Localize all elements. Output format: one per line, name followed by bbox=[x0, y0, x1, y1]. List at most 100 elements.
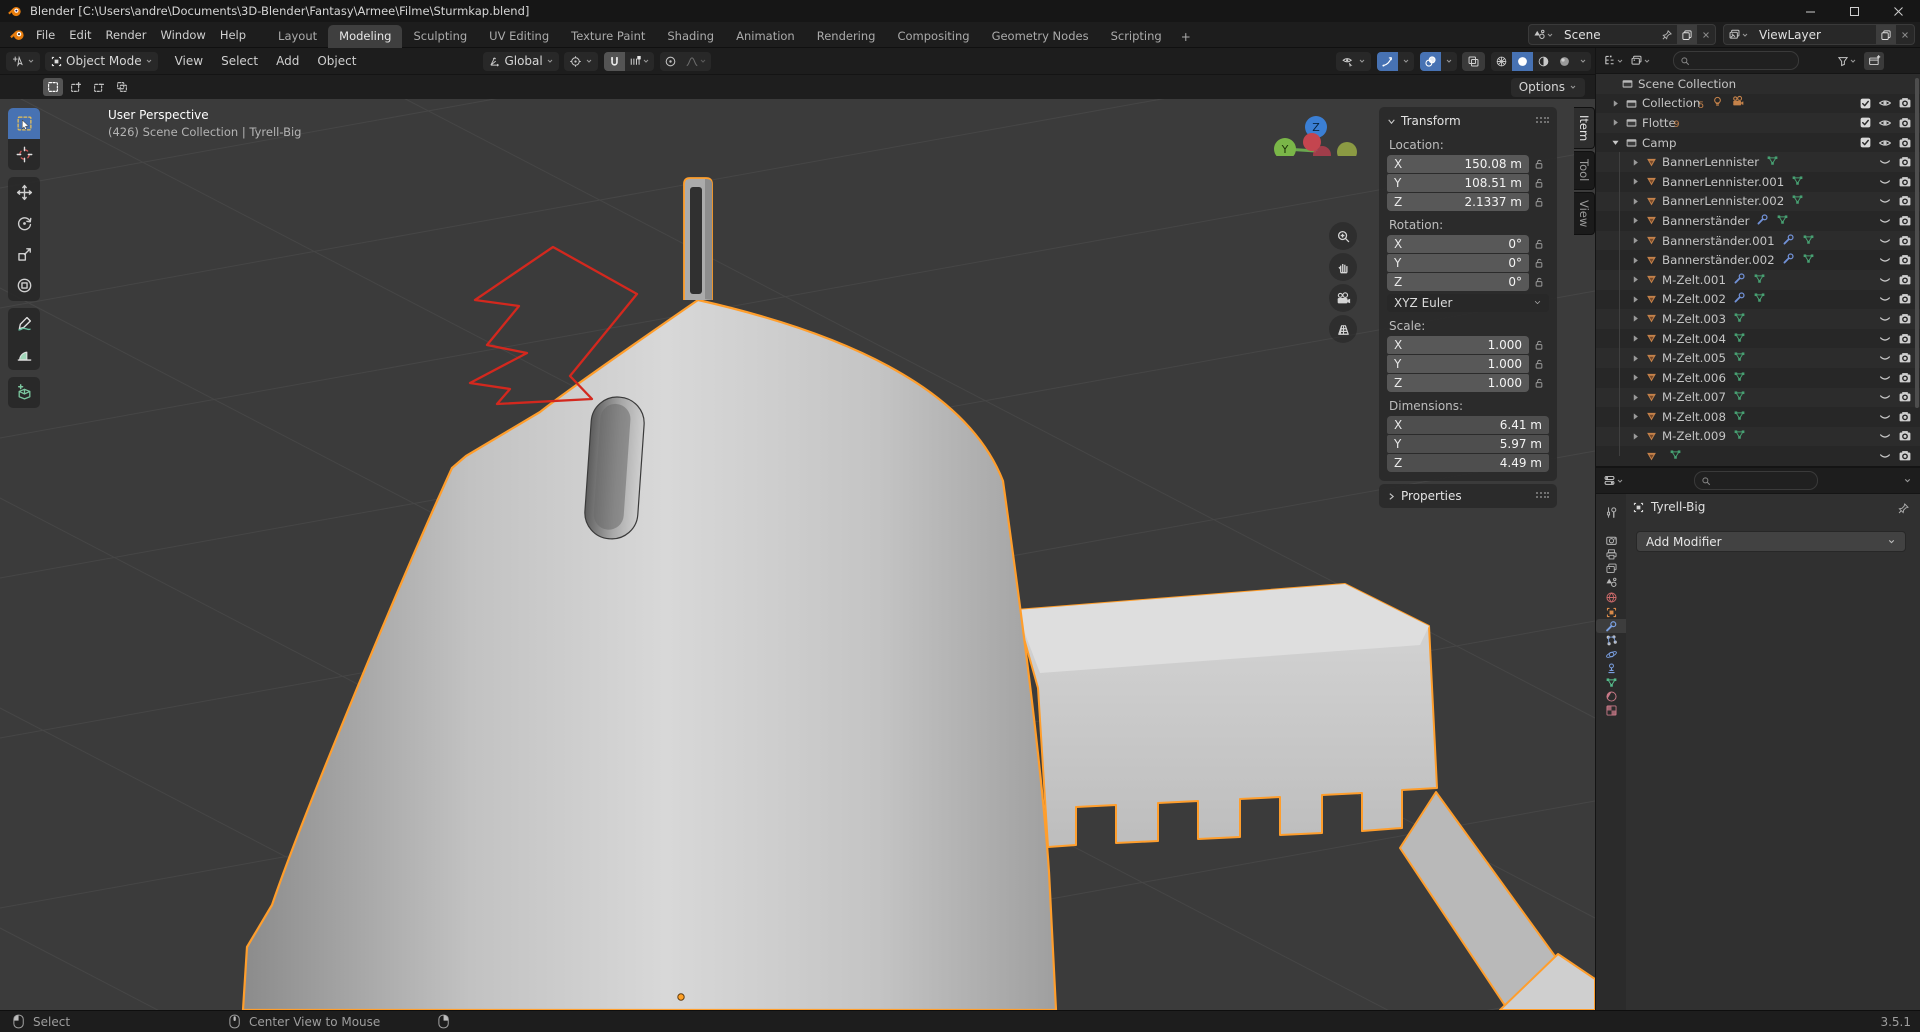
tri-object-icon[interactable] bbox=[1645, 391, 1658, 404]
location-y-field[interactable]: Y108.51 m bbox=[1387, 174, 1529, 192]
viewlayer-selector[interactable]: ViewLayer bbox=[1723, 24, 1915, 45]
location-z-field[interactable]: Z2.1337 m bbox=[1387, 193, 1529, 211]
eye-open-icon[interactable] bbox=[1878, 96, 1892, 110]
eye-closed-icon[interactable] bbox=[1878, 449, 1892, 463]
cam-toggle-icon[interactable] bbox=[1898, 292, 1912, 306]
workspace-tab-uv-editing[interactable]: UV Editing bbox=[478, 25, 560, 48]
show-overlays-toggle[interactable] bbox=[1420, 52, 1441, 71]
tri-object-icon[interactable] bbox=[1645, 312, 1658, 325]
lock-scale-z[interactable] bbox=[1529, 377, 1549, 389]
object-visibility-dropdown[interactable] bbox=[1336, 52, 1371, 71]
scene-selector[interactable]: Scene bbox=[1528, 24, 1716, 45]
eye-closed-icon[interactable] bbox=[1878, 273, 1892, 287]
expander-right-icon[interactable] bbox=[1630, 196, 1641, 207]
expander-right-icon[interactable] bbox=[1630, 255, 1641, 266]
expander-right-icon[interactable] bbox=[1630, 372, 1641, 383]
outliner-row[interactable]: M-Zelt.001 bbox=[1596, 270, 1920, 290]
workspace-tab-animation[interactable]: Animation bbox=[725, 25, 806, 48]
tent-slot[interactable] bbox=[583, 395, 646, 540]
workspace-tab-sculpting[interactable]: Sculpting bbox=[402, 25, 478, 48]
workspace-tab-scripting[interactable]: Scripting bbox=[1100, 25, 1173, 48]
lock-scale-y[interactable] bbox=[1529, 358, 1549, 370]
orientation-dropdown[interactable]: Global bbox=[483, 52, 558, 71]
delete-scene-button[interactable] bbox=[1697, 25, 1715, 44]
add-workspace-button[interactable]: + bbox=[1173, 26, 1199, 48]
cam-toggle-icon[interactable] bbox=[1898, 214, 1912, 228]
collection-icon[interactable] bbox=[1625, 136, 1638, 149]
properties-tab-output[interactable] bbox=[1596, 547, 1626, 561]
tool-scale-button[interactable] bbox=[8, 239, 40, 270]
proportional-falloff-dropdown[interactable] bbox=[681, 52, 711, 71]
filter-icon[interactable] bbox=[1837, 55, 1849, 67]
outliner-row[interactable]: M-Zelt.008 bbox=[1596, 407, 1920, 427]
display-mode-icon[interactable] bbox=[1630, 54, 1643, 67]
3d-viewport[interactable]: Object Mode ViewSelectAddObject Global bbox=[0, 48, 1595, 1010]
eye-open-icon[interactable] bbox=[1878, 136, 1892, 150]
lock-location-y[interactable] bbox=[1529, 177, 1549, 189]
outliner-row[interactable]: M-Zelt.009 bbox=[1596, 427, 1920, 447]
viewlayer-name[interactable]: ViewLayer bbox=[1753, 28, 1876, 42]
outliner-search-input[interactable] bbox=[1673, 51, 1799, 70]
gizmo-dropdown[interactable] bbox=[1398, 52, 1414, 71]
options-dropdown[interactable]: Options bbox=[1511, 78, 1585, 97]
expander-right-icon[interactable] bbox=[1630, 333, 1641, 344]
tool-measure-button[interactable] bbox=[8, 339, 40, 370]
eye-closed-icon[interactable] bbox=[1878, 253, 1892, 267]
collection-icon[interactable] bbox=[1625, 116, 1638, 129]
eye-closed-icon[interactable] bbox=[1878, 194, 1892, 208]
outliner-row[interactable]: M-Zelt.003 bbox=[1596, 309, 1920, 329]
eye-closed-icon[interactable] bbox=[1878, 292, 1892, 306]
rotation-x-field[interactable]: X0° bbox=[1387, 235, 1529, 253]
overlays-dropdown[interactable] bbox=[1441, 52, 1457, 71]
lock-rotation-z[interactable] bbox=[1529, 276, 1549, 288]
panel-drag-handle[interactable] bbox=[1535, 114, 1549, 128]
lock-rotation-x[interactable] bbox=[1529, 238, 1549, 250]
eye-closed-icon[interactable] bbox=[1878, 312, 1892, 326]
viewport-menu-add[interactable]: Add bbox=[267, 54, 308, 68]
collection-icon[interactable] bbox=[1621, 77, 1634, 90]
sidebar-tab-view[interactable]: View bbox=[1574, 192, 1595, 235]
properties-options-caret[interactable] bbox=[1903, 476, 1912, 485]
mode-dropdown[interactable]: Object Mode bbox=[45, 52, 158, 71]
cam-toggle-icon[interactable] bbox=[1898, 410, 1912, 424]
location-x-field[interactable]: X150.08 m bbox=[1387, 155, 1529, 173]
dimensions-y-field[interactable]: Y5.97 m bbox=[1387, 435, 1549, 453]
pin-id-icon[interactable] bbox=[1897, 502, 1910, 518]
viewport-menu-select[interactable]: Select bbox=[212, 54, 267, 68]
select-mode-subtract-button[interactable] bbox=[89, 78, 109, 96]
tri-object-icon[interactable] bbox=[1645, 293, 1658, 306]
panel-drag-handle[interactable] bbox=[1535, 489, 1549, 503]
expander-right-icon[interactable] bbox=[1630, 313, 1641, 324]
cam-toggle-icon[interactable] bbox=[1898, 332, 1912, 346]
blender-menu-icon[interactable] bbox=[10, 27, 25, 42]
menu-file[interactable]: File bbox=[29, 28, 62, 42]
snap-magnet-toggle[interactable] bbox=[604, 52, 625, 71]
sidebar-tab-tool[interactable]: Tool bbox=[1574, 151, 1595, 189]
cam-toggle-icon[interactable] bbox=[1898, 116, 1912, 130]
checkbox-icon[interactable] bbox=[1859, 116, 1872, 129]
viewlayer-browse-icon[interactable] bbox=[1724, 25, 1753, 44]
workspace-tab-geometry-nodes[interactable]: Geometry Nodes bbox=[981, 25, 1100, 48]
scale-z-field[interactable]: Z1.000 bbox=[1387, 374, 1529, 392]
outliner-row[interactable]: Flotte9 bbox=[1596, 113, 1920, 133]
cam-toggle-icon[interactable] bbox=[1898, 390, 1912, 404]
tool-move-button[interactable] bbox=[8, 177, 40, 208]
tool-transform-button[interactable] bbox=[8, 270, 40, 301]
properties-tab-render[interactable] bbox=[1596, 533, 1626, 547]
menu-edit[interactable]: Edit bbox=[62, 28, 98, 42]
select-mode-extend-button[interactable] bbox=[66, 78, 86, 96]
cam-toggle-icon[interactable] bbox=[1898, 194, 1912, 208]
outliner-row[interactable]: M-Zelt.006 bbox=[1596, 368, 1920, 388]
eye-closed-icon[interactable] bbox=[1878, 429, 1892, 443]
lock-rotation-y[interactable] bbox=[1529, 257, 1549, 269]
new-scene-button[interactable] bbox=[1677, 25, 1697, 44]
proportional-editing-toggle[interactable] bbox=[660, 52, 681, 71]
lock-location-z[interactable] bbox=[1529, 196, 1549, 208]
properties-tab-material[interactable] bbox=[1596, 689, 1626, 703]
new-collection-button[interactable] bbox=[1864, 52, 1884, 70]
tri-object-icon[interactable] bbox=[1645, 156, 1658, 169]
tool-rotate-button[interactable] bbox=[8, 208, 40, 239]
outliner-row[interactable]: M-Zelt.004 bbox=[1596, 329, 1920, 349]
sidebar-tab-item[interactable]: Item bbox=[1574, 107, 1595, 149]
select-mode-new-button[interactable] bbox=[43, 78, 63, 96]
